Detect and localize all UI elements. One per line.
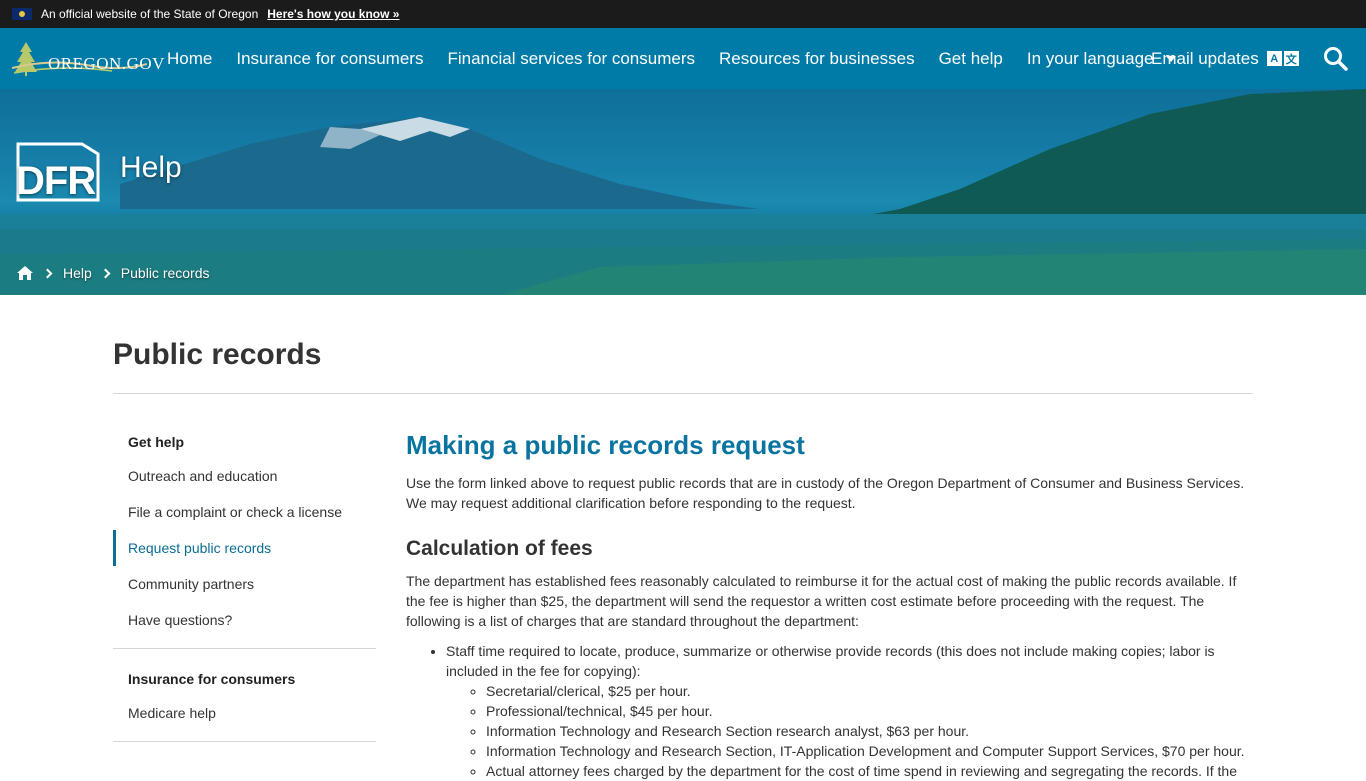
- section-heading-fees: Calculation of fees: [406, 537, 593, 560]
- official-banner: An official website of the State of Oreg…: [0, 0, 1366, 28]
- sidebar-nav: Get help Outreach and education File a c…: [113, 420, 376, 750]
- fees-sublist: Secretarial/clerical, $25 per hour. Prof…: [446, 681, 1254, 781]
- sidebar-item-community-partners[interactable]: Community partners: [113, 566, 376, 602]
- oregon-gov-logo-text: OREGON.GOV: [48, 54, 165, 73]
- intro-paragraph: Use the form linked above to request pub…: [406, 475, 1245, 511]
- breadcrumb: Help Public records: [16, 265, 210, 281]
- list-item: Staff time required to locate, produce, …: [446, 641, 1254, 781]
- sidebar-heading-get-help[interactable]: Get help: [113, 420, 376, 458]
- dfr-logo-text: DFR: [16, 159, 96, 203]
- hero-banner: DFR Help Help Public records: [0, 89, 1366, 295]
- sidebar-divider: [113, 741, 376, 742]
- list-item: Actual attorney fees charged by the depa…: [486, 761, 1254, 781]
- main-navigation: OREGON.GOV Home Insurance for consumers …: [0, 28, 1366, 89]
- translate-glyph-a: A: [1266, 51, 1282, 66]
- hero-title: Help: [120, 151, 182, 184]
- sidebar-item-file-complaint[interactable]: File a complaint or check a license: [113, 494, 376, 530]
- email-updates-label: Email updates: [1151, 48, 1259, 68]
- search-icon[interactable]: [1323, 46, 1349, 72]
- breadcrumb-help[interactable]: Help: [63, 265, 92, 281]
- fees-paragraph: The department has established fees reas…: [406, 573, 1237, 629]
- list-item: Information Technology and Research Sect…: [486, 741, 1254, 761]
- translate-icon: A 文: [1266, 51, 1301, 66]
- nav-item-resources-for-businesses[interactable]: Resources for businesses: [707, 49, 927, 69]
- translate-glyph-b: 文: [1283, 51, 1299, 66]
- chevron-right-icon: [100, 268, 111, 278]
- heres-how-you-know-link[interactable]: Here's how you know »: [267, 7, 399, 21]
- main-content: Making a public records request Use the …: [406, 430, 1254, 781]
- chevron-right-icon: [42, 268, 53, 278]
- sidebar-item-medicare-help[interactable]: Medicare help: [113, 695, 376, 731]
- sidebar-item-outreach[interactable]: Outreach and education: [113, 458, 376, 494]
- list-item: Information Technology and Research Sect…: [486, 721, 1254, 741]
- in-your-language-label: In your language: [1026, 48, 1154, 68]
- fees-list: Staff time required to locate, produce, …: [406, 641, 1254, 781]
- email-updates-link[interactable]: Email updates A 文: [1151, 28, 1301, 89]
- official-site-text: An official website of the State of Oreg…: [41, 7, 259, 21]
- oregon-gov-logo[interactable]: OREGON.GOV: [11, 40, 164, 78]
- list-item: Secretarial/clerical, $25 per hour.: [486, 681, 1254, 701]
- nav-item-get-help[interactable]: Get help: [927, 49, 1015, 69]
- sidebar-item-request-public-records[interactable]: Request public records: [113, 530, 376, 566]
- sidebar-divider: [113, 648, 376, 649]
- nav-menu: Home Insurance for consumers Financial s…: [155, 28, 1188, 89]
- list-item: Professional/technical, $45 per hour.: [486, 701, 1254, 721]
- oregon-flag-icon: [12, 8, 32, 20]
- nav-item-home[interactable]: Home: [155, 49, 224, 69]
- fees-list-item-staff-time: Staff time required to locate, produce, …: [446, 643, 1215, 679]
- page-title: Public records: [113, 338, 322, 371]
- sidebar-item-have-questions[interactable]: Have questions?: [113, 602, 376, 638]
- nav-item-financial-services[interactable]: Financial services for consumers: [435, 49, 707, 69]
- home-icon[interactable]: [16, 265, 34, 281]
- breadcrumb-current: Public records: [120, 265, 210, 281]
- nav-item-insurance-for-consumers[interactable]: Insurance for consumers: [224, 49, 435, 69]
- title-divider: [113, 393, 1253, 394]
- sidebar-heading-insurance[interactable]: Insurance for consumers: [113, 657, 376, 695]
- section-heading-request: Making a public records request: [406, 430, 805, 460]
